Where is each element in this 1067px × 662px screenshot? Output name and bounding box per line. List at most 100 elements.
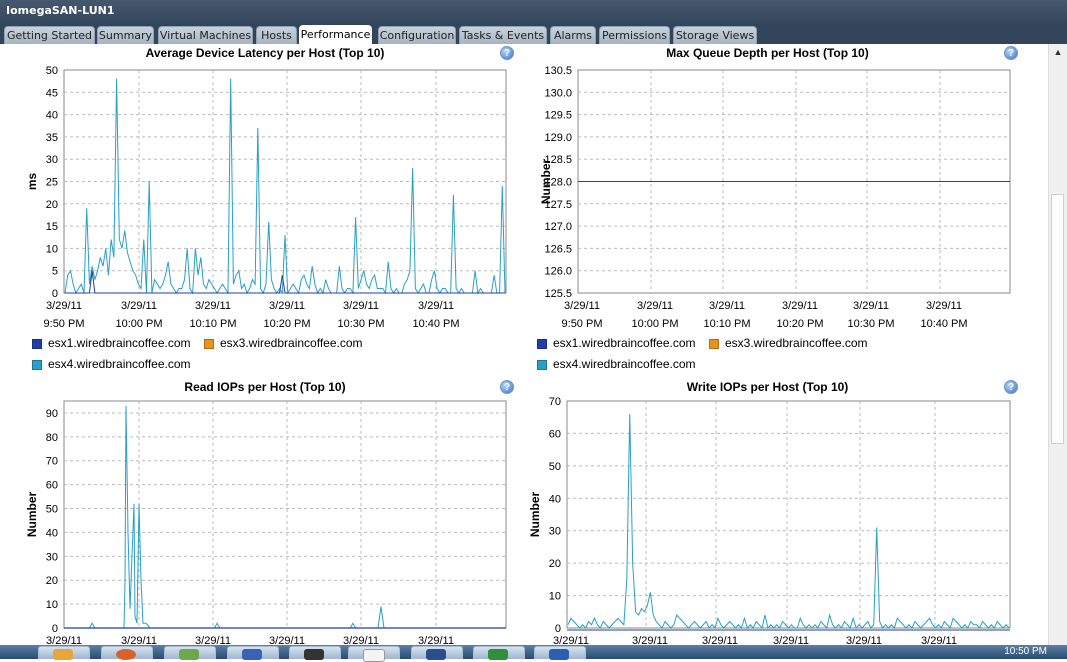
app-icon — [179, 649, 199, 660]
chart-panel-write-iops: Write IOPs per Host (Top 10) ? 0 10 20 30 40… — [505, 378, 1030, 645]
x-tick-date: 3/29/11 — [195, 635, 231, 645]
taskbar-button[interactable] — [348, 646, 400, 662]
chart-write-iops: 0 10 20 30 40 50 60 70 3/29/11 3/29/11 3/29/11 3/29… — [528, 396, 1011, 645]
x-tick-date: 3/29/11 — [195, 300, 231, 312]
tab-bar: Getting Started Summary Virtual Machines… — [0, 24, 1067, 45]
y-tick-label: 70 — [549, 396, 561, 408]
y-tick-label: 30 — [549, 526, 561, 538]
legend-label: esx4.wiredbraincoffee.com — [48, 357, 191, 371]
tab-summary[interactable]: Summary — [97, 26, 154, 44]
y-tick-label: 30 — [46, 154, 58, 166]
help-icon[interactable]: ? — [1004, 380, 1018, 394]
legend-swatch — [32, 359, 42, 370]
legend-latency: esx1.wiredbraincoffee.com esx3.wiredbrai… — [32, 334, 512, 374]
x-tick-date: 3/29/11 — [773, 635, 809, 645]
scroll-thumb[interactable] — [1051, 194, 1064, 444]
y-tick-label: 129.5 — [544, 110, 572, 122]
tab-getting-started[interactable]: Getting Started — [4, 26, 95, 44]
legend-item: esx1.wiredbraincoffee.com — [32, 336, 191, 350]
taskbar-button[interactable] — [534, 646, 586, 660]
x-tick-date: 3/29/11 — [782, 300, 818, 312]
y-tick-label: 20 — [46, 199, 58, 211]
x-tick-time: 10:10 PM — [189, 318, 236, 330]
y-tick-label: 15 — [46, 221, 58, 233]
chart-title-latency: Average Device Latency per Host (Top 10) — [145, 46, 385, 60]
tab-permissions[interactable]: Permissions — [599, 26, 670, 44]
chart-panel-latency: Average Device Latency per Host (Top 10)… — [0, 44, 520, 379]
y-tick-label: 50 — [46, 504, 58, 516]
taskbar-button[interactable] — [289, 646, 341, 660]
x-tick-date: 3/29/11 — [553, 635, 589, 645]
taskbar-button[interactable] — [101, 646, 153, 660]
tab-storage-views[interactable]: Storage Views — [673, 26, 757, 44]
legend-swatch — [204, 338, 214, 349]
tab-configuration[interactable]: Configuration — [378, 26, 456, 44]
x-tick-date: 3/29/11 — [269, 300, 305, 312]
legend-queue-depth: esx1.wiredbraincoffee.com esx3.wiredbrai… — [537, 334, 1017, 374]
x-tick-time: 10:10 PM — [703, 318, 750, 330]
performance-content: Average Device Latency per Host (Top 10)… — [0, 44, 1048, 645]
x-tick-date: 3/29/11 — [343, 300, 379, 312]
y-tick-label: 20 — [549, 558, 561, 570]
tab-performance[interactable]: Performance — [299, 25, 372, 45]
console-icon — [304, 649, 324, 660]
legend-swatch — [537, 359, 547, 370]
y-tick-label: 50 — [549, 461, 561, 473]
x-tick-date: 3/29/11 — [46, 635, 82, 645]
scroll-up-arrow-icon[interactable]: ▲ — [1049, 44, 1067, 60]
tab-hosts[interactable]: Hosts — [256, 26, 297, 44]
legend-label: esx4.wiredbraincoffee.com — [553, 357, 696, 371]
vsphere-icon — [426, 649, 446, 660]
y-tick-label: 35 — [46, 132, 58, 144]
legend-swatch — [537, 338, 547, 349]
x-tick-date: 3/29/11 — [121, 300, 157, 312]
x-tick-time: 10:40 PM — [412, 318, 459, 330]
legend-item: esx4.wiredbraincoffee.com — [32, 357, 191, 371]
x-tick-date: 3/29/11 — [343, 635, 379, 645]
x-tick-time: 9:50 PM — [44, 318, 85, 330]
y-tick-label: 10 — [46, 599, 58, 611]
y-tick-label: 127.0 — [544, 221, 572, 233]
chart-read-iops: 0 10 20 30 40 50 60 70 80 90 3/29/11 3/29/11 3/29/11… — [25, 400, 507, 645]
legend-swatch — [32, 338, 42, 349]
y-tick-label: 50 — [46, 65, 58, 77]
chart-title-read-iops: Read IOPs per Host (Top 10) — [184, 380, 346, 394]
x-tick-date: 3/29/11 — [709, 300, 745, 312]
plot-area — [566, 400, 1011, 629]
taskbar-button[interactable] — [164, 646, 216, 660]
legend-swatch — [709, 338, 719, 349]
y-tick-label: 0 — [52, 288, 58, 300]
vertical-scrollbar[interactable]: ▲ — [1048, 44, 1067, 645]
x-tick-date: 3/29/11 — [702, 635, 738, 645]
y-tick-label: 20 — [46, 575, 58, 587]
tab-alarms[interactable]: Alarms — [550, 26, 596, 44]
chart-title-write-iops: Write IOPs per Host (Top 10) — [686, 380, 849, 394]
chart-panel-read-iops: Read IOPs per Host (Top 10) ? 0 10 20 30 40 5… — [0, 378, 520, 645]
y-tick-label: 126.0 — [544, 266, 572, 278]
taskbar-button[interactable] — [38, 646, 90, 660]
x-tick-date: 3/29/11 — [418, 300, 454, 312]
legend-label: esx1.wiredbraincoffee.com — [553, 336, 696, 350]
x-tick-time: 10:40 PM — [920, 318, 967, 330]
taskbar-button[interactable] — [411, 646, 463, 660]
taskbar-button[interactable] — [473, 646, 525, 660]
help-icon[interactable]: ? — [1004, 46, 1018, 60]
y-tick-label: 25 — [46, 177, 58, 189]
y-tick-label: 10 — [46, 243, 58, 255]
tab-virtual-machines[interactable]: Virtual Machines — [158, 26, 253, 44]
x-tick-time: 10:30 PM — [337, 318, 384, 330]
excel-icon — [488, 649, 508, 660]
legend-label: esx3.wiredbraincoffee.com — [725, 336, 868, 350]
taskbar-button[interactable] — [227, 646, 279, 660]
y-tick-label: 5 — [52, 266, 58, 278]
taskbar: 10:50 PM — [0, 645, 1067, 662]
y-axis-label: Number — [539, 159, 553, 205]
y-tick-label: 30 — [46, 551, 58, 563]
tab-tasks-events[interactable]: Tasks & Events — [459, 26, 547, 44]
chart-queue-depth: 125.5126.0126.5127.0127.5128.0128.5129.0… — [539, 65, 1011, 330]
document-icon — [363, 649, 385, 662]
x-tick-date: 3/29/11 — [269, 635, 305, 645]
y-tick-label: 0 — [555, 623, 561, 635]
window-title: IomegaSAN-LUN1 — [0, 0, 1067, 26]
y-tick-label: 0 — [52, 623, 58, 635]
